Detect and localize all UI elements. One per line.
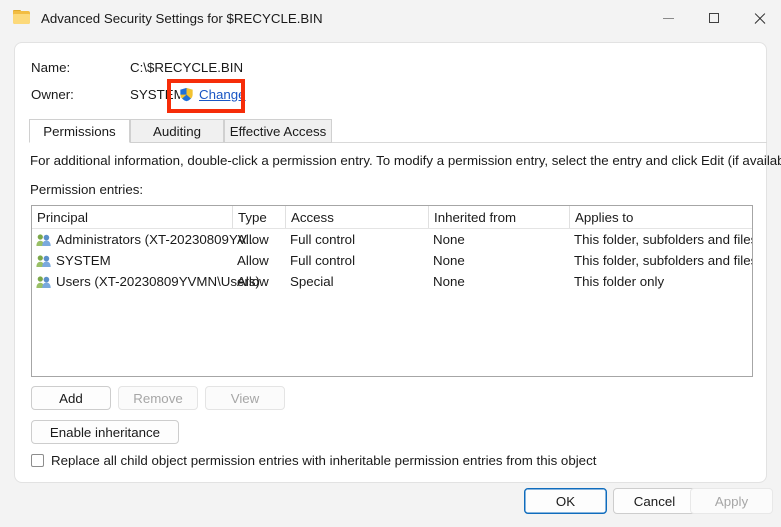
ok-button[interactable]: OK [524, 488, 607, 514]
column-header-applies-to[interactable]: Applies to [569, 206, 753, 228]
folder-icon [13, 10, 31, 26]
tab-permissions-label: Permissions [43, 124, 115, 139]
cell-principal-text: Administrators (XT-20230809YV... [56, 232, 257, 247]
cell-type: Allow [232, 271, 285, 292]
maximize-icon [709, 13, 719, 23]
title-bar: Advanced Security Settings for $RECYCLE.… [0, 0, 781, 36]
tab-strip: Permissions Auditing Effective Access [29, 119, 767, 143]
change-owner-link-group[interactable]: Change [179, 87, 246, 102]
cell-access: Special [285, 271, 428, 292]
cell-applies-to: This folder, subfolders and files [569, 229, 753, 250]
window-title: Advanced Security Settings for $RECYCLE.… [41, 11, 323, 26]
cell-applies-to: This folder, subfolders and files [569, 250, 753, 271]
advanced-security-settings-dialog: Advanced Security Settings for $RECYCLE.… [0, 0, 781, 527]
tab-permissions[interactable]: Permissions [29, 119, 130, 143]
users-group-icon [36, 254, 52, 268]
tab-auditing[interactable]: Auditing [130, 119, 224, 143]
replace-child-permissions-checkbox[interactable] [31, 454, 44, 467]
column-header-access[interactable]: Access [285, 206, 428, 228]
owner-label: Owner: [31, 87, 130, 102]
cell-inherited-from: None [428, 250, 569, 271]
tab-effective-access[interactable]: Effective Access [224, 119, 332, 143]
apply-button[interactable]: Apply [690, 488, 773, 514]
users-group-icon [36, 233, 52, 247]
name-value: C:\$RECYCLE.BIN [130, 60, 243, 75]
owner-row: Owner: SYSTEM [31, 87, 185, 102]
tab-auditing-label: Auditing [153, 124, 201, 139]
cell-access: Full control [285, 229, 428, 250]
cell-inherited-from: None [428, 271, 569, 292]
permission-table-header: Principal Type Access Inherited from App… [32, 206, 752, 229]
column-header-inherited-from[interactable]: Inherited from [428, 206, 569, 228]
cell-applies-to: This folder only [569, 271, 753, 292]
cell-principal-text: Users (XT-20230809YVMN\Users) [56, 274, 260, 289]
cell-principal-text: SYSTEM [56, 253, 111, 268]
close-button[interactable] [736, 0, 781, 36]
enable-inheritance-button[interactable]: Enable inheritance [31, 420, 179, 444]
name-row: Name: C:\$RECYCLE.BIN [31, 60, 243, 75]
name-label: Name: [31, 60, 130, 75]
cell-principal: SYSTEM [32, 250, 232, 271]
column-header-type[interactable]: Type [232, 206, 285, 228]
tab-effective-access-label: Effective Access [230, 124, 327, 139]
change-owner-link[interactable]: Change [199, 87, 246, 102]
window-controls [646, 0, 781, 36]
column-header-principal[interactable]: Principal [32, 206, 232, 228]
table-row[interactable]: Users (XT-20230809YVMN\Users) Allow Spec… [32, 271, 752, 292]
minimize-icon [663, 18, 674, 19]
view-button[interactable]: View [205, 386, 285, 410]
maximize-button[interactable] [691, 0, 736, 36]
table-row[interactable]: Administrators (XT-20230809YV... Allow F… [32, 229, 752, 250]
replace-child-permissions-label: Replace all child object permission entr… [51, 453, 596, 468]
permission-entries-list[interactable]: Principal Type Access Inherited from App… [31, 205, 753, 377]
cell-inherited-from: None [428, 229, 569, 250]
cancel-button[interactable]: Cancel [613, 488, 696, 514]
cell-access: Full control [285, 250, 428, 271]
permission-entries-label: Permission entries: [30, 182, 143, 197]
owner-value: SYSTEM [130, 87, 185, 102]
cell-principal: Users (XT-20230809YVMN\Users) [32, 271, 232, 292]
close-icon [753, 12, 765, 24]
add-button[interactable]: Add [31, 386, 111, 410]
uac-shield-icon [179, 87, 194, 102]
dialog-content-panel: Name: C:\$RECYCLE.BIN Owner: SYSTEM Chan… [14, 42, 767, 483]
cell-type: Allow [232, 250, 285, 271]
replace-child-permissions-row[interactable]: Replace all child object permission entr… [31, 453, 596, 468]
minimize-button[interactable] [646, 0, 691, 36]
cell-type: Allow [232, 229, 285, 250]
table-row[interactable]: SYSTEM Allow Full control None This fold… [32, 250, 752, 271]
remove-button[interactable]: Remove [118, 386, 198, 410]
users-group-icon [36, 275, 52, 289]
cell-principal: Administrators (XT-20230809YV... [32, 229, 232, 250]
info-text: For additional information, double-click… [30, 153, 781, 168]
